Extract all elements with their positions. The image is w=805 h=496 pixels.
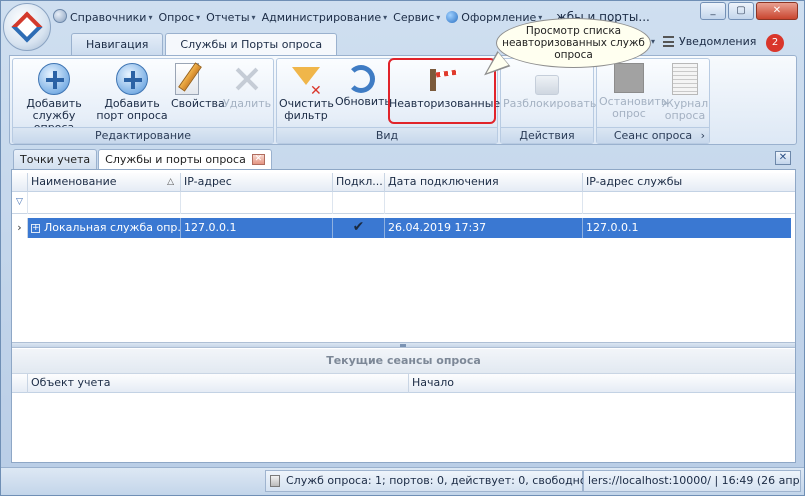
column-header-start[interactable]: Начало <box>409 374 793 393</box>
lock-icon <box>535 75 559 95</box>
group-caption-view: Вид <box>277 127 497 143</box>
quick-access-button[interactable] <box>53 9 67 23</box>
column-header-connection-date[interactable]: Дата подключения <box>385 173 583 192</box>
ribbon-group-session: Остановить опрос Журнал опроса Сеанс опр… <box>596 58 710 144</box>
ribbon-group-edit: Добавить службу опроса Добавить порт опр… <box>12 58 274 144</box>
add-service-button[interactable]: Добавить службу опроса <box>15 63 93 134</box>
notifications-count-badge[interactable]: 2 <box>766 34 784 52</box>
title-bar: Справочники ▾ Опрос ▾ Отчеты ▾ Администриро… <box>1 1 804 31</box>
check-icon: ✔ <box>352 219 365 235</box>
menu-polling[interactable]: Опрос ▾ <box>155 8 203 26</box>
journal-icon <box>672 63 698 95</box>
chevron-down-icon: ▾ <box>148 12 153 22</box>
group-caption-session: Сеанс опроса › <box>597 127 709 143</box>
ribbon-group-actions: Разблокировать Действия <box>500 58 596 144</box>
close-button[interactable]: ✕ <box>756 2 798 20</box>
row-indicator-icon: › <box>12 218 28 238</box>
column-header-ip[interactable]: IP-адрес <box>181 173 333 192</box>
delete-icon <box>231 63 263 95</box>
splitter[interactable] <box>12 342 795 348</box>
add-circle-icon <box>38 63 70 95</box>
column-header-object[interactable]: Объект учета <box>28 374 409 393</box>
pane-close-button[interactable]: ✕ <box>775 151 791 165</box>
notifications-button[interactable]: Уведомления <box>663 35 756 48</box>
stop-icon <box>614 63 644 93</box>
sessions-title: Текущие сеансы опроса <box>12 349 795 374</box>
filter-icon[interactable]: ▽ <box>12 192 28 214</box>
chevron-down-icon: ▾ <box>196 12 201 22</box>
status-summary: Служб опроса: 1; портов: 0, действует: 0… <box>265 470 601 492</box>
app-logo[interactable] <box>3 3 51 51</box>
ribbon: Добавить службу опроса Добавить порт опр… <box>9 55 797 145</box>
doc-tab-services-ports[interactable]: Службы и порты опроса ✕ <box>98 149 272 169</box>
unblock-button[interactable]: Разблокировать <box>503 63 596 110</box>
clear-x-icon: ✕ <box>310 83 322 99</box>
globe-icon <box>446 11 459 23</box>
content-panel: Наименование △ IP-адрес Подкл... Дата под… <box>11 169 796 463</box>
notifications-label: Уведомления <box>679 35 757 48</box>
logo-diamond-icon <box>11 11 43 43</box>
clear-filter-button[interactable]: ✕ Очистить фильтр <box>279 63 334 122</box>
app-window: Справочники ▾ Опрос ▾ Отчеты ▾ Администриро… <box>0 0 805 496</box>
chevron-down-icon: ▾ <box>383 12 388 22</box>
grid-indicator-header <box>12 173 28 192</box>
status-connection: lers://localhost:10000/ | 16:49 (26 апр) <box>583 470 801 492</box>
callout-tooltip: Просмотр списка неавторизованных служб о… <box>496 18 651 68</box>
filter-row: ▽ <box>12 192 795 214</box>
sessions-indicator-header <box>12 374 28 393</box>
menu-reports[interactable]: Отчеты ▾ <box>203 8 258 26</box>
main-menu: Справочники ▾ Опрос ▾ Отчеты ▾ Администриро… <box>67 8 545 26</box>
cell-name[interactable]: + Локальная служба опр... <box>28 218 181 238</box>
minimize-button[interactable]: _ <box>700 2 726 20</box>
tab-services-ports[interactable]: Службы и Порты опроса <box>165 33 338 56</box>
column-header-connected[interactable]: Подкл... <box>333 173 385 192</box>
menu-service[interactable]: Сервис ▾ <box>390 8 443 26</box>
filter-cell-connected[interactable] <box>333 192 385 214</box>
doc-tab-metering-points[interactable]: Точки учета <box>13 149 98 169</box>
stop-polling-button[interactable]: Остановить опрос <box>599 63 667 120</box>
sessions-grid-header: Объект учета Начало <box>12 374 795 393</box>
edit-icon <box>175 63 199 95</box>
cell-connection-date[interactable]: 26.04.2019 17:37 <box>385 218 583 238</box>
cell-service-ip[interactable]: 127.0.0.1 <box>583 218 791 238</box>
properties-button[interactable]: Свойства <box>171 63 225 110</box>
status-bar: Служб опроса: 1; портов: 0, действует: 0… <box>1 467 804 495</box>
add-port-button[interactable]: Добавить порт опроса <box>95 63 169 122</box>
list-icon <box>663 36 674 47</box>
add-port-icon <box>116 63 148 95</box>
polling-journal-button[interactable]: Журнал опроса <box>661 63 709 122</box>
maximize-button[interactable]: ▢ <box>728 2 754 20</box>
group-caption-actions: Действия <box>501 127 593 143</box>
tab-navigation[interactable]: Навигация <box>71 33 164 55</box>
window-controls: _ ▢ ✕ <box>700 2 798 20</box>
document-tabs: Точки учета Службы и порты опроса ✕ <box>13 149 272 169</box>
ribbon-tabs: Навигация Службы и Порты опроса <box>71 33 338 56</box>
delete-button[interactable]: Удалить <box>223 63 271 110</box>
refresh-button[interactable]: Обновить <box>335 63 391 108</box>
close-icon[interactable]: ✕ <box>251 154 265 165</box>
filter-cell-name[interactable] <box>28 192 181 214</box>
filter-cell-service-ip[interactable] <box>583 192 789 214</box>
expand-icon[interactable]: + <box>31 223 40 233</box>
group-expand-icon[interactable]: › <box>701 128 705 143</box>
chevron-down-icon[interactable]: ▾ <box>651 37 655 46</box>
grid-header: Наименование △ IP-адрес Подкл... Дата под… <box>12 173 795 192</box>
cell-ip[interactable]: 127.0.0.1 <box>181 218 333 238</box>
splitter-grip[interactable] <box>400 344 406 347</box>
filter-cell-date[interactable] <box>385 192 583 214</box>
sort-ascending-icon: △ <box>167 177 174 187</box>
column-header-name[interactable]: Наименование △ <box>28 173 181 192</box>
chevron-down-icon: ▾ <box>436 12 441 22</box>
menu-administration[interactable]: Администрирование ▾ <box>259 8 391 26</box>
chevron-down-icon: ▾ <box>251 12 256 22</box>
group-caption-edit: Редактирование <box>13 127 273 143</box>
filter-cell-ip[interactable] <box>181 192 333 214</box>
refresh-icon <box>347 65 375 93</box>
column-header-service-ip[interactable]: IP-адрес службы <box>583 173 789 192</box>
menu-directories[interactable]: Справочники ▾ <box>67 8 155 26</box>
cell-connected[interactable]: ✔ <box>333 218 385 238</box>
table-row[interactable]: › + Локальная служба опр... 127.0.0.1 ✔ 2… <box>12 218 791 238</box>
server-icon <box>270 475 280 487</box>
